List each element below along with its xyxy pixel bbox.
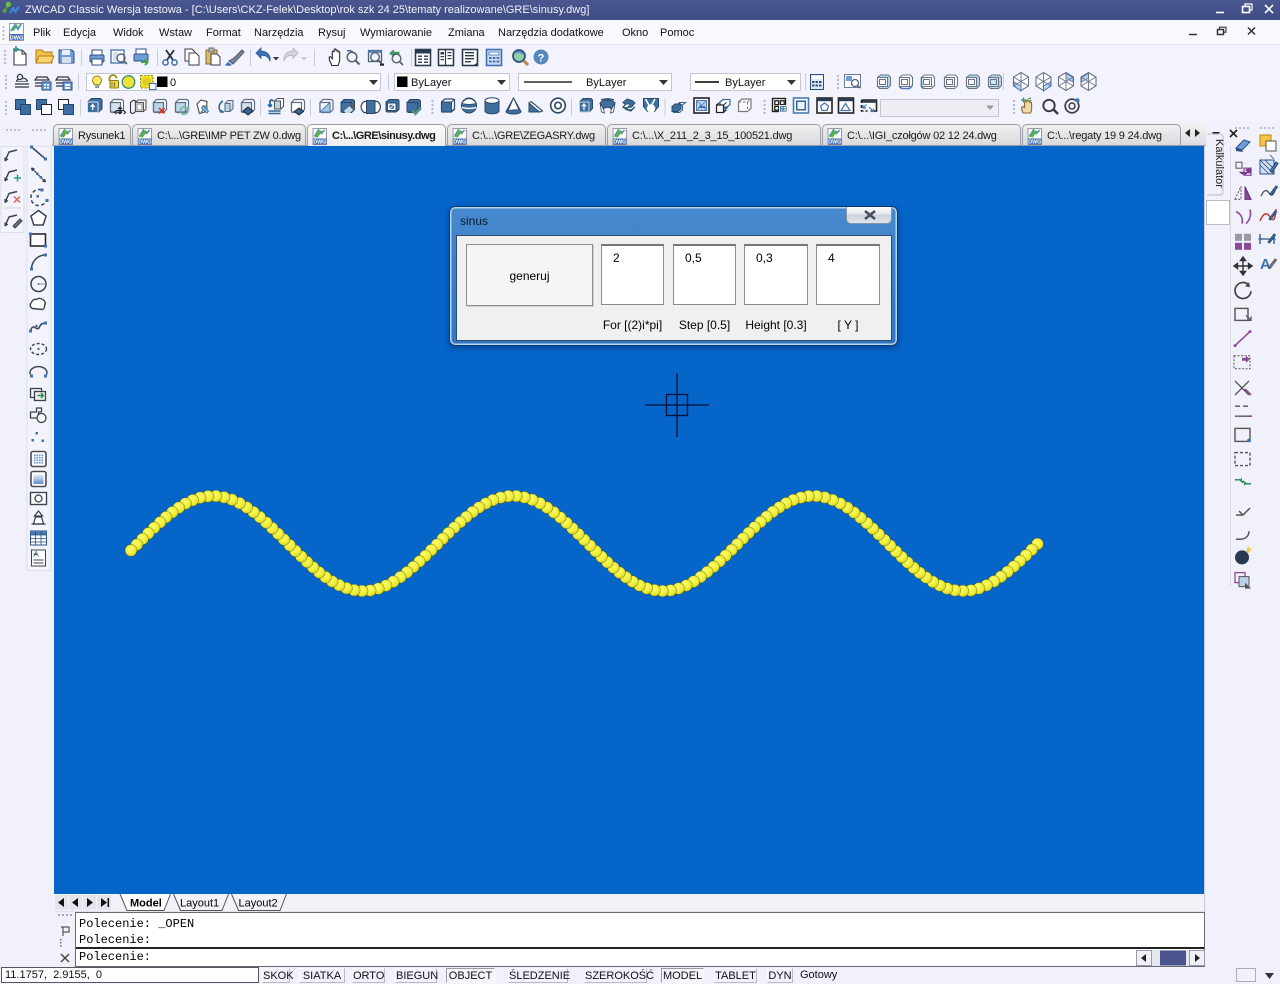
svg-text:DWG: DWG <box>313 140 326 146</box>
svg-text:?: ? <box>538 53 545 65</box>
svg-text:DWG: DWG <box>453 140 466 146</box>
svg-text:DWG: DWG <box>1028 140 1041 146</box>
svg-text:A: A <box>1260 256 1271 273</box>
svg-text:DWG: DWG <box>138 140 151 146</box>
svg-text:ByLayer: ByLayer <box>411 77 452 89</box>
svg-text:DWG: DWG <box>10 35 24 41</box>
svg-text:Model: Model <box>130 898 162 910</box>
svg-text:Kalkulator: Kalkulator <box>1213 139 1225 188</box>
svg-text:ByLayer: ByLayer <box>725 77 766 89</box>
svg-text:ByLayer: ByLayer <box>586 77 627 89</box>
svg-text:0: 0 <box>170 77 176 89</box>
svg-text:DWG: DWG <box>613 140 626 146</box>
svg-text:A: A <box>34 550 40 559</box>
svg-text:DWG: DWG <box>59 140 72 146</box>
svg-text:Layout1: Layout1 <box>180 898 219 910</box>
svg-text:Layout2: Layout2 <box>239 898 278 910</box>
svg-text:DWG: DWG <box>828 140 841 146</box>
